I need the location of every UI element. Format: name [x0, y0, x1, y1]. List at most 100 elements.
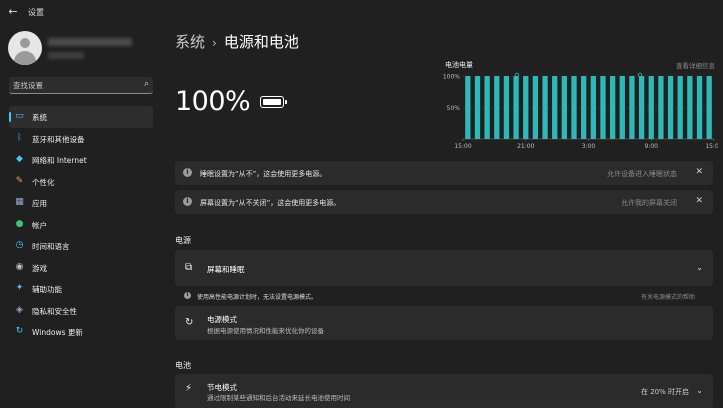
battery-bar — [667, 76, 674, 139]
y-tick-label: 100% — [443, 74, 460, 81]
x-tick-label: 15:00 — [705, 143, 718, 150]
battery-bar — [696, 76, 703, 139]
chevron-down-icon[interactable]: ⌄ — [696, 263, 703, 272]
sidebar-item-label: 隐私和安全性 — [32, 306, 77, 316]
avatar[interactable] — [8, 31, 42, 65]
power-mode-icon: ↻ — [185, 317, 194, 328]
notice-action-link[interactable]: 允许设备进入睡眠状态 — [607, 169, 677, 179]
user-email-blurred — [48, 52, 84, 59]
sidebar-item-label: 游戏 — [32, 263, 47, 273]
section-heading-power: 电源 — [175, 236, 191, 245]
battery-charging-icon — [260, 96, 287, 108]
search-box: ⌕ — [9, 77, 153, 94]
sidebar-item-label: 辅助功能 — [32, 285, 62, 294]
sidebar-item-4[interactable]: ▦ 应用 — [9, 192, 153, 214]
battery-bar — [465, 76, 471, 139]
gamepad-icon: ◉ — [15, 261, 24, 272]
sidebar-item-8[interactable]: ✦ 辅助功能 — [9, 278, 153, 300]
chevron-down-icon[interactable]: ⌄ — [696, 386, 703, 395]
battery-percent: 100% — [175, 86, 251, 117]
bluetooth-icon: ᛒ — [16, 132, 23, 143]
note-text: 使用高性能电源计划时，无法设置电源模式。 — [197, 294, 318, 301]
sidebar-item-label: 个性化 — [32, 177, 55, 187]
x-tick-label: 15:00 — [454, 143, 471, 150]
battery-saver-card[interactable]: ⚡ 节电模式 通过限制某些通知和后台活动来延长电池使用时间 在 20% 时开启 … — [175, 374, 713, 408]
sidebar-item-0[interactable]: ▭ 系统 — [9, 106, 153, 128]
info-icon: i — [184, 292, 191, 299]
battery-bar — [638, 76, 645, 139]
battery-saver-icon: ⚡ — [185, 383, 193, 394]
shield-icon: ◈ — [16, 304, 23, 315]
power-mode-title: 电源模式 — [207, 315, 237, 324]
sidebar-item-label: 时间和语言 — [32, 242, 70, 251]
x-tick-label: 21:00 — [517, 143, 534, 150]
screen-sleep-icon: ⧉ — [185, 262, 193, 273]
sidebar-item-2[interactable]: ◆ 网络和 Internet — [9, 149, 153, 171]
chevron-right-icon: › — [212, 36, 217, 50]
sidebar-item-10[interactable]: ↻ Windows 更新 — [9, 321, 153, 343]
notice-text: 屏幕设置为“从不关闭”，这会使用更多电源。 — [200, 199, 341, 207]
battery-bar — [494, 76, 500, 139]
power-mode-note: i 使用高性能电源计划时，无法设置电源模式。 有关电源模式的帮助 — [175, 288, 713, 304]
battery-bar — [513, 76, 519, 139]
sidebar-item-label: 系统 — [32, 113, 47, 122]
page-title: 电源和电池 — [223, 33, 299, 51]
screen-sleep-card[interactable]: ⧉ 屏幕和睡眠 ⌄ — [175, 250, 713, 286]
battery-bar — [600, 76, 606, 139]
battery-bar — [503, 76, 510, 139]
battery-bar — [658, 76, 664, 139]
power-mode-subtitle: 根据电源使用情况和性能来优化你的设备 — [207, 327, 324, 335]
apps-icon: ▦ — [15, 197, 24, 207]
monitor-icon: ▭ — [15, 111, 24, 121]
battery-bar — [561, 76, 568, 139]
battery-bar — [648, 76, 654, 139]
search-input[interactable] — [13, 78, 133, 92]
battery-bar — [552, 76, 558, 139]
sidebar-item-6[interactable]: ◷ 时间和语言 — [9, 235, 153, 257]
info-icon: i — [183, 168, 192, 177]
person-icon: ● — [15, 218, 24, 229]
notice-screen: i 屏幕设置为“从不关闭”，这会使用更多电源。 允许我的屏幕关闭 ✕ — [175, 190, 713, 214]
battery-bar — [677, 76, 683, 139]
sidebar-item-5[interactable]: ● 帐户 — [9, 214, 153, 236]
breadcrumb: 系统 › 电源和电池 — [175, 31, 299, 52]
sidebar-item-label: Windows 更新 — [32, 328, 83, 337]
battery-bar — [532, 76, 539, 139]
x-tick-label: 3:00 — [582, 143, 596, 150]
accessibility-icon: ✦ — [15, 283, 24, 293]
sidebar-item-3[interactable]: ✎ 个性化 — [9, 171, 153, 193]
sidebar: ⌕ ▭ 系统 ᛒ 蓝牙和其他设备 ◆ 网络和 Internet ✎ 个性化 ▦ 应用 ● 帐户 ◷ 时间和… — [0, 0, 162, 400]
sidebar-item-7[interactable]: ◉ 游戏 — [9, 257, 153, 279]
sidebar-item-label: 应用 — [32, 199, 47, 208]
sidebar-item-9[interactable]: ◈ 隐私和安全性 — [9, 300, 153, 322]
battery-bar — [581, 76, 587, 139]
brush-icon: ✎ — [15, 175, 24, 186]
chart-plot: 100% 50% 15:00 21:00 3:00 9:00 15:00 — [443, 72, 718, 150]
note-help-link[interactable]: 有关电源模式的帮助 — [641, 292, 695, 301]
battery-bar — [484, 76, 490, 139]
battery-bar — [706, 76, 712, 139]
sidebar-item-label: 帐户 — [32, 220, 47, 230]
breadcrumb-system[interactable]: 系统 — [175, 33, 205, 51]
sidebar-item-1[interactable]: ᛒ 蓝牙和其他设备 — [9, 128, 153, 150]
notice-action-link[interactable]: 允许我的屏幕关闭 — [621, 198, 677, 208]
battery-bar — [523, 76, 529, 139]
sidebar-nav: ▭ 系统 ᛒ 蓝牙和其他设备 ◆ 网络和 Internet ✎ 个性化 ▦ 应用 ● 帐户 ◷ 时间和语言… — [9, 106, 153, 343]
battery-bar — [629, 76, 635, 139]
battery-bar — [474, 76, 481, 139]
y-tick-label: 50% — [447, 105, 461, 112]
battery-bar — [590, 76, 596, 139]
info-icon: i — [183, 197, 192, 206]
battery-saver-subtitle: 通过限制某些通知和后台活动来延长电池使用时间 — [207, 394, 350, 402]
screen-sleep-title: 屏幕和睡眠 — [207, 265, 245, 274]
battery-bar — [542, 76, 548, 139]
section-heading-battery: 电池 — [175, 361, 191, 370]
close-icon[interactable]: ✕ — [695, 196, 703, 206]
battery-bar — [687, 76, 693, 139]
search-icon[interactable]: ⌕ — [144, 79, 149, 89]
power-mode-card[interactable]: ↻ 电源模式 根据电源使用情况和性能来优化你的设备 — [175, 306, 713, 340]
battery-level-chart: 电池电量 查看详细信息 100% 50% 15:00 21:00 3:00 9:00 15:… — [443, 58, 718, 153]
globe-clock-icon: ◷ — [15, 240, 24, 250]
close-icon[interactable]: ✕ — [695, 167, 703, 177]
x-tick-label: 9:00 — [645, 143, 659, 150]
